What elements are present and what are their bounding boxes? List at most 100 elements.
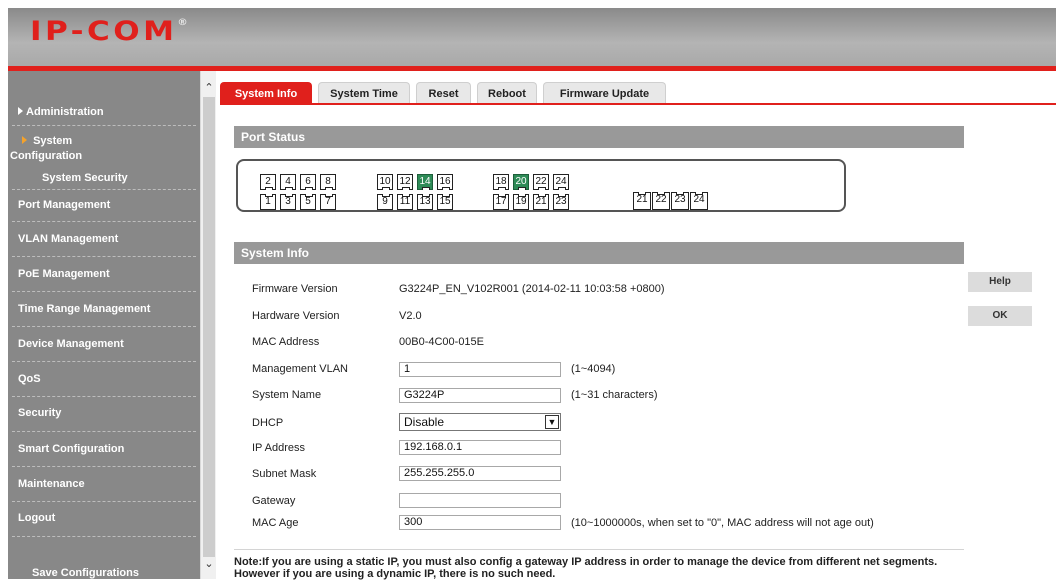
tab-firmware-update[interactable]: Firmware Update [543,82,666,104]
tab-underline [220,103,1056,105]
dhcp-label: DHCP [252,417,284,429]
ip-address-label: IP Address [252,442,305,454]
sfp-port-24[interactable]: 24 [690,192,708,210]
app-frame: IP-COM® Administration System Configurat… [0,0,1056,580]
port-21[interactable]: 21 [533,194,549,210]
sidebar-divider [12,501,196,502]
port-11[interactable]: 11 [397,194,413,210]
port-10[interactable]: 10 [377,174,393,190]
sidebar-divider [12,256,196,257]
expand-arrow-icon [18,107,23,115]
mac-address-label: MAC Address [252,336,320,348]
sfp-port-22[interactable]: 22 [652,192,670,210]
hardware-version-label: Hardware Version [252,310,340,322]
scroll-down-icon[interactable]: ⌄ [201,557,217,571]
save-configurations-button[interactable]: Save Configurations [8,567,200,579]
sidebar-item-system-configuration[interactable]: System [8,135,200,147]
system-info-header: System Info [234,242,964,264]
sidebar-divider [12,431,196,432]
sidebar-item-maintenance[interactable]: Maintenance [8,478,200,490]
sidebar-item-time-range-management[interactable]: Time Range Management [8,303,200,315]
management-vlan-input[interactable]: 1 [399,362,561,377]
sidebar-divider [12,396,196,397]
port-6[interactable]: 6 [300,174,316,190]
system-name-label: System Name [252,389,322,401]
port-4[interactable]: 4 [280,174,296,190]
port-status-panel: 2 4 6 8 10 12 14 16 18 20 22 24 1 3 5 7 … [236,159,846,212]
firmware-version-label: Firmware Version [252,283,338,295]
dhcp-select[interactable]: Disable ▼ [399,413,561,431]
tab-reboot[interactable]: Reboot [477,82,537,104]
tab-system-info[interactable]: System Info [220,82,312,104]
port-16[interactable]: 16 [437,174,453,190]
sidebar-divider [12,125,196,126]
sidebar-scrollbar[interactable]: ⌃ ⌄ [200,71,216,579]
port-1[interactable]: 1 [260,194,276,210]
sidebar-divider [12,326,196,327]
mac-age-input[interactable]: 300 [399,515,561,530]
port-19[interactable]: 19 [513,194,529,210]
mac-address-value: 00B0-4C00-015E [399,336,485,348]
sfp-port-21[interactable]: 21 [633,192,651,210]
sidebar-item-vlan-management[interactable]: VLAN Management [8,233,200,245]
port-7[interactable]: 7 [320,194,336,210]
port-24[interactable]: 24 [553,174,569,190]
port-22[interactable]: 22 [533,174,549,190]
sidebar-item-qos[interactable]: QoS [8,373,200,385]
sidebar-divider [12,466,196,467]
help-button[interactable]: Help [968,272,1032,292]
port-3[interactable]: 3 [280,194,296,210]
ok-button[interactable]: OK [968,306,1032,326]
note-text: Note:If you are using a static IP, you m… [234,556,938,580]
port-12[interactable]: 12 [397,174,413,190]
sidebar-divider [12,536,196,537]
sidebar-item-device-management[interactable]: Device Management [8,338,200,350]
sidebar-item-system-configuration-line2[interactable]: Configuration [8,150,200,162]
port-13[interactable]: 13 [417,194,433,210]
sidebar: Administration System Configuration Syst… [8,71,200,579]
sidebar-divider [12,291,196,292]
sfp-port-23[interactable]: 23 [671,192,689,210]
sidebar-divider [12,189,196,190]
tab-reset[interactable]: Reset [416,82,471,104]
management-vlan-label: Management VLAN [252,363,348,375]
sidebar-divider [12,361,196,362]
port-15[interactable]: 15 [437,194,453,210]
mac-age-label: MAC Age [252,517,299,529]
subnet-mask-input[interactable]: 255.255.255.0 [399,466,561,481]
ip-address-input[interactable]: 192.168.0.1 [399,440,561,455]
sidebar-item-logout[interactable]: Logout [8,512,200,524]
chevron-down-icon[interactable]: ▼ [545,415,559,429]
port-17[interactable]: 17 [493,194,509,210]
scroll-up-icon[interactable]: ⌃ [201,81,217,95]
port-2[interactable]: 2 [260,174,276,190]
sidebar-item-security[interactable]: Security [8,407,200,419]
sidebar-item-administration[interactable]: Administration [8,106,200,118]
port-23[interactable]: 23 [553,194,569,210]
port-18[interactable]: 18 [493,174,509,190]
sidebar-divider [12,221,196,222]
port-status-header: Port Status [234,126,964,148]
port-5[interactable]: 5 [300,194,316,210]
port-9[interactable]: 9 [377,194,393,210]
firmware-version-value: G3224P_EN_V102R001 (2014-02-11 10:03:58 … [399,283,665,295]
ip-com-logo: IP-COM® [30,16,188,47]
port-8[interactable]: 8 [320,174,336,190]
system-name-input[interactable]: G3224P [399,388,561,403]
selected-arrow-icon [22,136,27,144]
dhcp-selected-value: Disable [404,415,445,429]
tab-system-time[interactable]: System Time [318,82,410,104]
subnet-mask-label: Subnet Mask [252,468,317,480]
scrollbar-thumb[interactable] [203,97,215,557]
note-divider [234,549,964,550]
sidebar-item-poe-management[interactable]: PoE Management [8,268,200,280]
port-14-active[interactable]: 14 [417,174,433,190]
sidebar-item-smart-configuration[interactable]: Smart Configuration [8,443,200,455]
mac-age-hint: (10~1000000s, when set to "0", MAC addre… [571,517,874,529]
gateway-input[interactable] [399,493,561,508]
header: IP-COM® [8,8,1056,66]
sidebar-item-port-management[interactable]: Port Management [8,199,200,211]
sidebar-item-system-security[interactable]: System Security [8,172,200,184]
gateway-label: Gateway [252,495,296,507]
port-20-active[interactable]: 20 [513,174,529,190]
